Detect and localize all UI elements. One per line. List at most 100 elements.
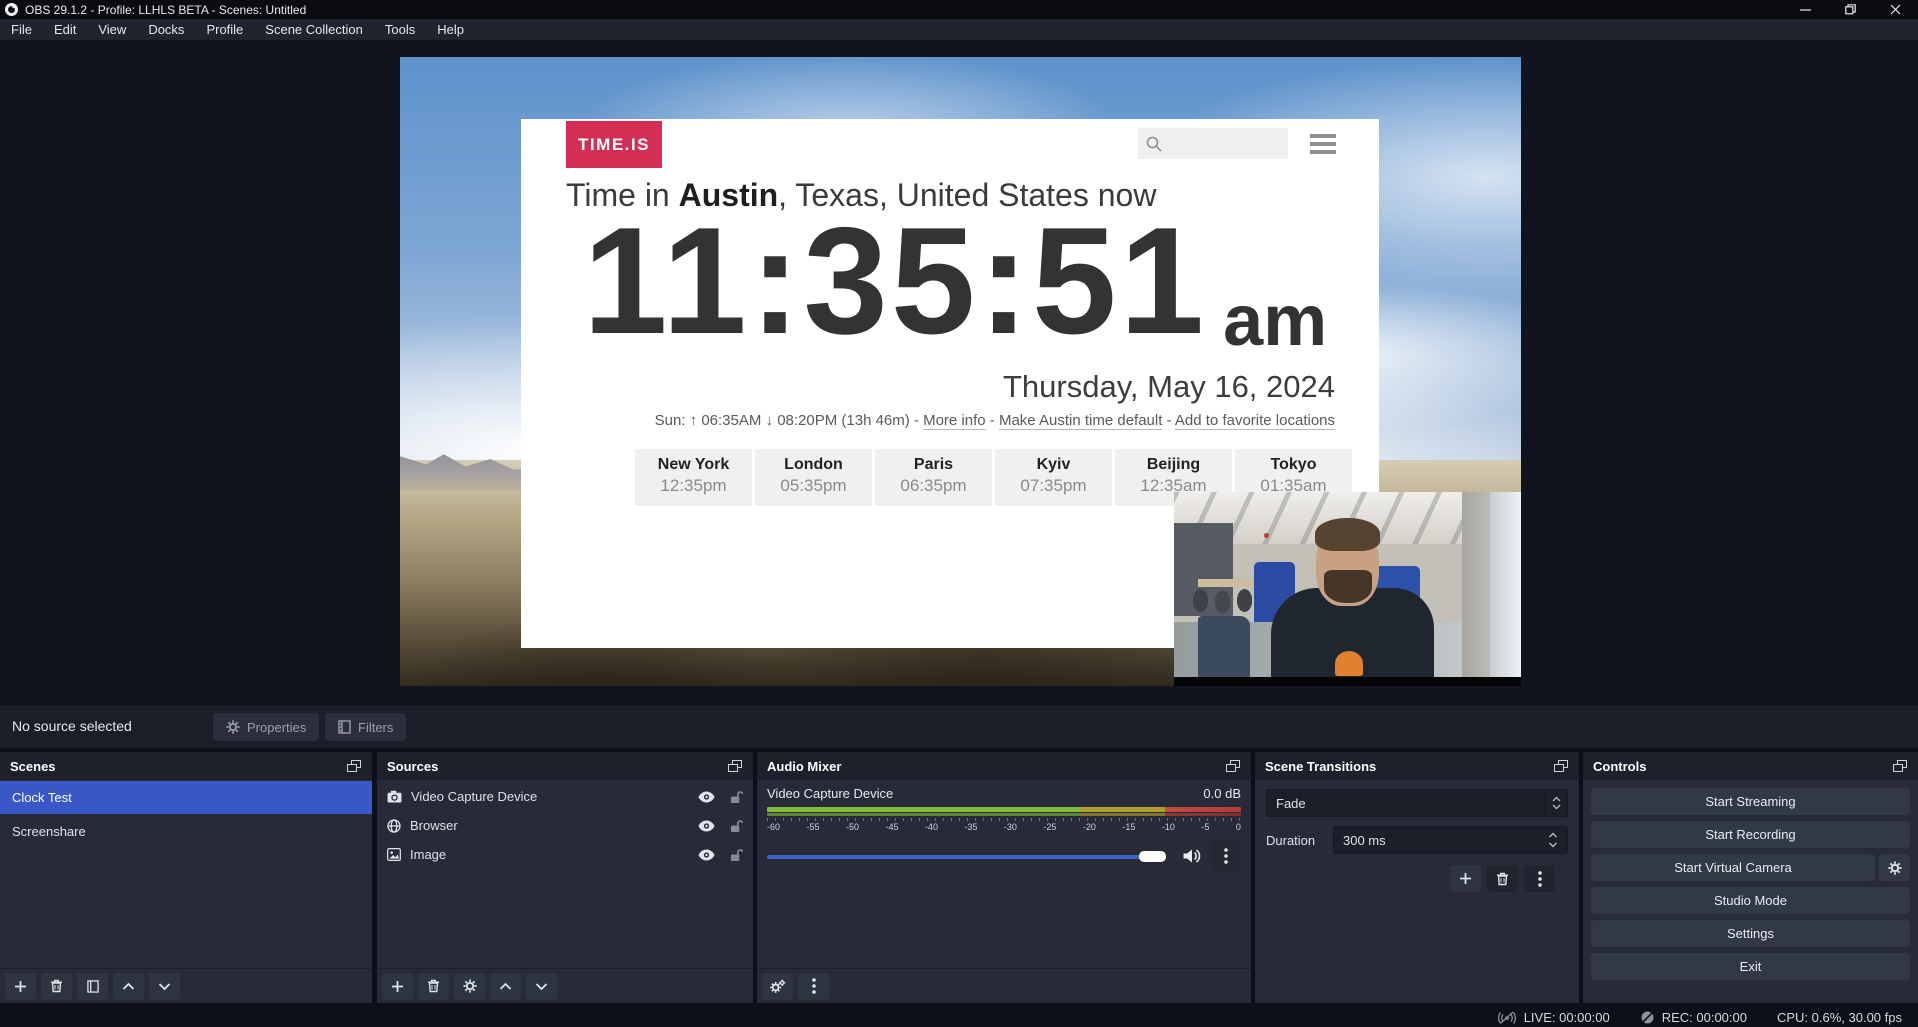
combo-spinner[interactable] [1544, 790, 1567, 816]
volume-slider[interactable] [767, 851, 1174, 862]
remove-source-button[interactable] [418, 973, 449, 1000]
start-recording-button[interactable]: Start Recording [1591, 821, 1910, 848]
dots-vertical-icon [1224, 848, 1228, 864]
restore-button[interactable] [1828, 0, 1873, 19]
plus-icon [1459, 872, 1472, 885]
menu-tools[interactable]: Tools [374, 19, 426, 40]
popout-icon[interactable] [1554, 760, 1569, 773]
exit-button[interactable]: Exit [1591, 953, 1910, 980]
menu-profile[interactable]: Profile [195, 19, 254, 40]
mixer-options-button[interactable] [1211, 841, 1241, 871]
start-virtual-camera-button[interactable]: Start Virtual Camera [1591, 854, 1875, 881]
mixer-menu-button[interactable] [798, 973, 829, 1000]
source-properties-button[interactable] [454, 973, 485, 1000]
unlock-icon[interactable] [730, 819, 743, 833]
transition-select[interactable]: Fade [1266, 789, 1568, 817]
move-source-down-button[interactable] [526, 973, 557, 1000]
scene-transitions-panel: Scene Transitions Fade Duration 300 ms [1255, 752, 1579, 1003]
unlock-icon[interactable] [730, 848, 743, 862]
make-default-link: Make Austin time default [999, 412, 1162, 430]
move-scene-up-button[interactable] [113, 973, 144, 1000]
duration-spinner[interactable] [1548, 832, 1558, 848]
close-button[interactable] [1873, 0, 1918, 19]
titlebar: OBS 29.1.2 - Profile: LLHLS BETA - Scene… [0, 0, 1918, 19]
popout-icon[interactable] [347, 760, 362, 773]
settings-button[interactable]: Settings [1591, 920, 1910, 947]
status-bar: LIVE: 00:00:00 REC: 00:00:00 CPU: 0.6%, … [0, 1007, 1918, 1027]
menu-view[interactable]: View [87, 19, 137, 40]
sources-title: Sources [387, 759, 438, 774]
hamburger-menu-icon [1310, 134, 1336, 158]
menubar: File Edit View Docks Profile Scene Colle… [0, 19, 1918, 40]
more-info-link: More info [923, 412, 986, 430]
add-source-button[interactable] [382, 973, 413, 1000]
add-scene-button[interactable] [5, 973, 36, 1000]
current-time: 11:35:51 am [583, 209, 1327, 353]
audio-mixer-title: Audio Mixer [767, 759, 841, 774]
chevron-up-icon [1552, 796, 1561, 802]
preview-area[interactable]: TIME.IS Time in Austin, Texas, United St… [0, 40, 1918, 706]
virtual-camera-config-button[interactable] [1879, 854, 1910, 881]
plus-icon [14, 980, 27, 993]
docks-area: Scenes Clock Test Screenshare [0, 748, 1918, 1007]
camera-icon [387, 790, 402, 803]
dots-vertical-icon [812, 978, 816, 994]
trash-icon [1496, 872, 1509, 886]
dots-vertical-icon [1538, 871, 1542, 887]
add-transition-button[interactable] [1450, 865, 1481, 892]
popout-icon[interactable] [1226, 760, 1241, 773]
source-item-browser[interactable]: Browser [377, 813, 753, 838]
eye-icon[interactable] [698, 849, 715, 861]
transition-options-button[interactable] [1524, 865, 1555, 892]
scene-item-clock-test[interactable]: Clock Test [0, 781, 372, 814]
speaker-icon[interactable] [1183, 848, 1202, 864]
filters-icon [87, 980, 99, 993]
advanced-audio-button[interactable] [762, 973, 793, 1000]
timeis-logo: TIME.IS [566, 121, 662, 168]
webcam-overlay [1174, 492, 1521, 686]
current-date: Thursday, May 16, 2024 [1003, 369, 1335, 405]
clock-new-york: New York 12:35pm [635, 449, 752, 506]
search-icon [1145, 135, 1163, 153]
window-title: OBS 29.1.2 - Profile: LLHLS BETA - Scene… [25, 3, 306, 17]
record-inactive-icon [1640, 1010, 1655, 1025]
eye-icon[interactable] [698, 820, 715, 832]
program-video[interactable]: TIME.IS Time in Austin, Texas, United St… [400, 57, 1521, 686]
chevron-up-icon [499, 982, 512, 991]
volume-slider-handle[interactable] [1139, 851, 1166, 862]
remove-scene-button[interactable] [41, 973, 72, 1000]
duration-input[interactable]: 300 ms [1333, 826, 1568, 854]
menu-file[interactable]: File [0, 19, 43, 40]
menu-docks[interactable]: Docks [137, 19, 195, 40]
source-item-image[interactable]: Image [377, 842, 753, 867]
menu-edit[interactable]: Edit [43, 19, 87, 40]
timeis-search-box [1138, 128, 1288, 159]
scene-item-screenshare[interactable]: Screenshare [0, 815, 372, 848]
mixer-db-value: 0.0 dB [1203, 786, 1241, 801]
obs-logo-icon [5, 3, 18, 16]
start-streaming-button[interactable]: Start Streaming [1591, 788, 1910, 815]
popout-icon[interactable] [728, 760, 743, 773]
audio-mixer-panel: Audio Mixer Video Capture Device 0.0 dB … [757, 752, 1251, 1003]
volume-meter-secondary [767, 813, 1241, 816]
move-source-up-button[interactable] [490, 973, 521, 1000]
remove-transition-button[interactable] [1487, 865, 1518, 892]
chevron-down-icon [158, 982, 171, 991]
popout-icon[interactable] [1893, 760, 1908, 773]
eye-icon[interactable] [698, 791, 715, 803]
menu-scene-collection[interactable]: Scene Collection [254, 19, 374, 40]
filters-icon [338, 720, 351, 734]
sun-info-line: Sun: ↑ 06:35AM ↓ 08:20PM (13h 46m) - Mor… [655, 412, 1335, 429]
scene-filters-button[interactable] [77, 973, 108, 1000]
filters-button[interactable]: Filters [325, 713, 406, 741]
studio-mode-button[interactable]: Studio Mode [1591, 887, 1910, 914]
minimize-button[interactable] [1783, 0, 1828, 19]
menu-help[interactable]: Help [426, 19, 475, 40]
unlock-icon[interactable] [730, 790, 743, 804]
clock-kyiv: Kyiv 07:35pm [995, 449, 1112, 506]
source-item-video-capture[interactable]: Video Capture Device [377, 784, 753, 809]
controls-title: Controls [1593, 759, 1646, 774]
move-scene-down-button[interactable] [149, 973, 180, 1000]
properties-button[interactable]: Properties [213, 713, 319, 741]
window-controls [1783, 0, 1918, 19]
